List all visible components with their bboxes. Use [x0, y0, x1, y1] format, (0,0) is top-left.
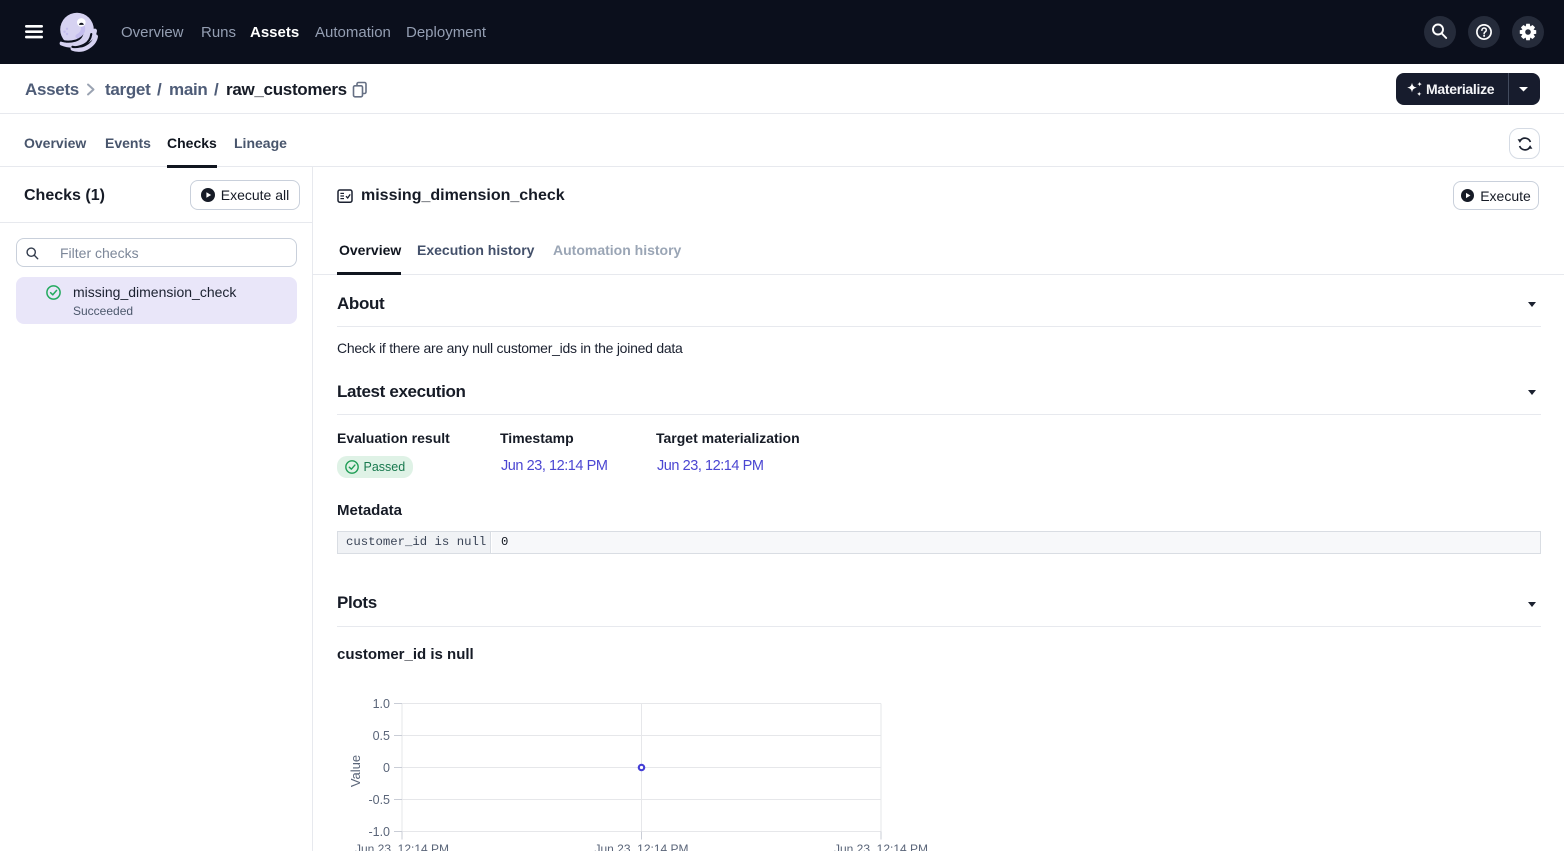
svg-text:0: 0 [383, 761, 390, 775]
svg-text:Value: Value [348, 755, 363, 787]
svg-text:1.0: 1.0 [373, 697, 390, 711]
svg-text:-1.0: -1.0 [368, 825, 390, 839]
svg-text:-0.5: -0.5 [368, 793, 390, 807]
svg-text:Jun 23, 12:14 PM: Jun 23, 12:14 PM [834, 842, 928, 851]
svg-text:0.5: 0.5 [373, 729, 390, 743]
svg-text:Jun 23, 12:14 PM: Jun 23, 12:14 PM [355, 842, 449, 851]
svg-text:Jun 23, 12:14 PM: Jun 23, 12:14 PM [594, 842, 688, 851]
